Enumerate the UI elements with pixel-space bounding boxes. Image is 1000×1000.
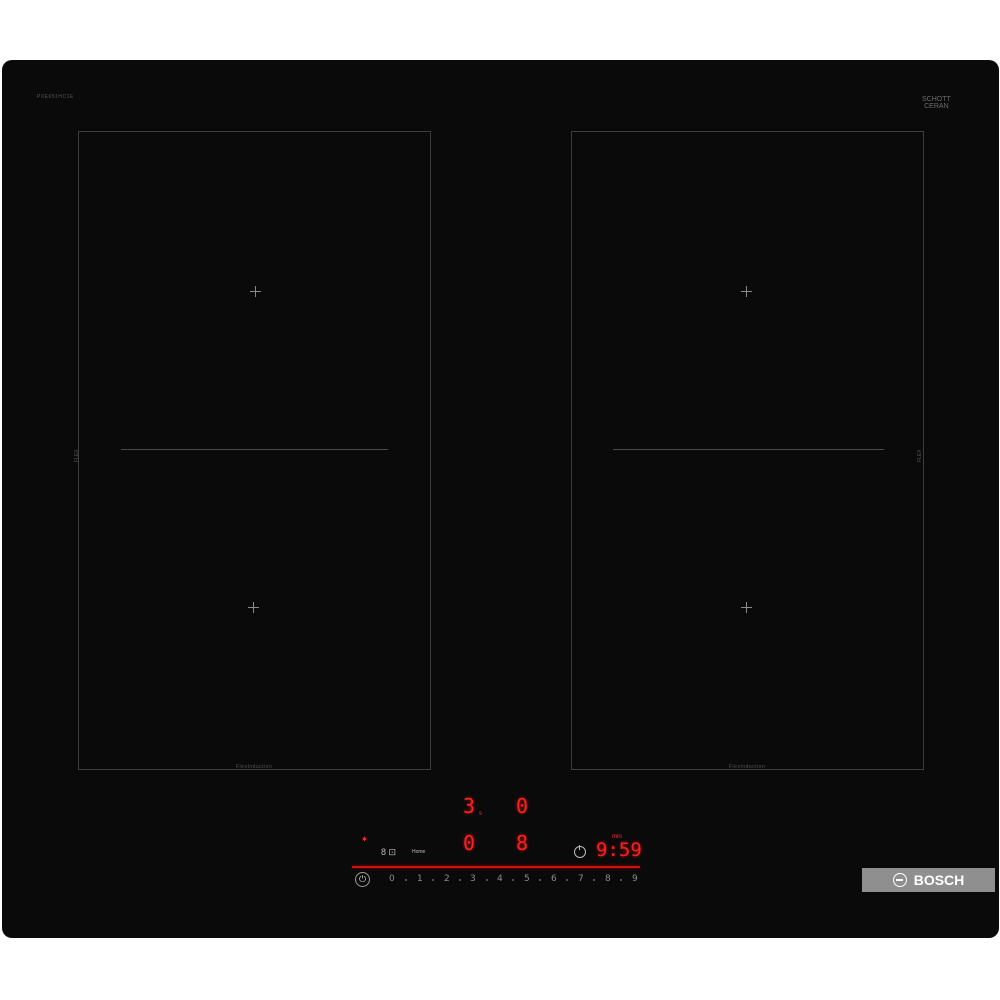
power-dot [539,879,541,881]
power-dot [620,879,622,881]
power-dot [512,879,514,881]
left-flex-zone[interactable] [78,131,431,770]
right-zone-divider [613,449,884,450]
zone-display-bottom-left[interactable]: 0 [463,833,475,853]
timer-display[interactable]: 9:59 [596,840,642,860]
bosch-brand-badge: BOSCH [862,868,995,892]
left-zone-side-label: FLEX [74,449,80,462]
bosch-logo-icon [892,873,907,887]
zone-display-top-left[interactable]: 3 [463,796,475,816]
right-flex-zone[interactable] [571,131,924,770]
right-rear-zone-marker-icon [741,602,752,613]
power-button-icon[interactable]: ⏻ [355,872,370,887]
power-level-6[interactable]: 6 [551,874,557,884]
timer-icon[interactable] [574,845,586,858]
power-level-3[interactable]: 3 [470,874,476,884]
power-dot [486,879,488,881]
model-label: PXE651HC1E [37,94,74,100]
power-dot [432,879,434,881]
right-front-zone-marker-icon [741,286,752,297]
power-level-9[interactable]: 9 [632,874,638,884]
power-level-8[interactable]: 8 [605,874,611,884]
zone-display-top-left-suffix: s [479,811,482,817]
power-level-0[interactable]: 0 [389,874,395,884]
zone-display-bottom-right[interactable]: 8 [516,833,528,853]
zone-display-top-right[interactable]: 0 [516,796,528,816]
timer-unit: min [612,834,622,840]
left-zone-bottom-label: FlexInduction [236,764,273,770]
left-front-zone-marker-icon [250,286,261,297]
right-zone-side-label: FLEX [917,449,923,462]
power-level-2[interactable]: 2 [444,874,450,884]
status-indicators: 8 ⊡ [381,847,397,857]
power-dot [405,879,407,881]
power-slider-track[interactable] [352,866,640,868]
schott-ceran-logo: SCHOTT CERAN [922,96,951,110]
brand-name: BOSCH [913,872,965,888]
power-level-1[interactable]: 1 [417,874,423,884]
wifi-indicator-icon[interactable]: ✱ [362,836,367,843]
right-zone-bottom-label: FlexInduction [729,764,766,770]
home-connect-label[interactable]: Home [412,849,425,855]
power-level-7[interactable]: 7 [578,874,584,884]
power-level-5[interactable]: 5 [524,874,530,884]
left-rear-zone-marker-icon [248,602,259,613]
schott-ceran-label: SCHOTT CERAN [922,96,951,110]
power-dot [566,879,568,881]
power-dot [459,879,461,881]
left-zone-divider [121,449,388,450]
power-dot [593,879,595,881]
power-level-4[interactable]: 4 [497,874,503,884]
